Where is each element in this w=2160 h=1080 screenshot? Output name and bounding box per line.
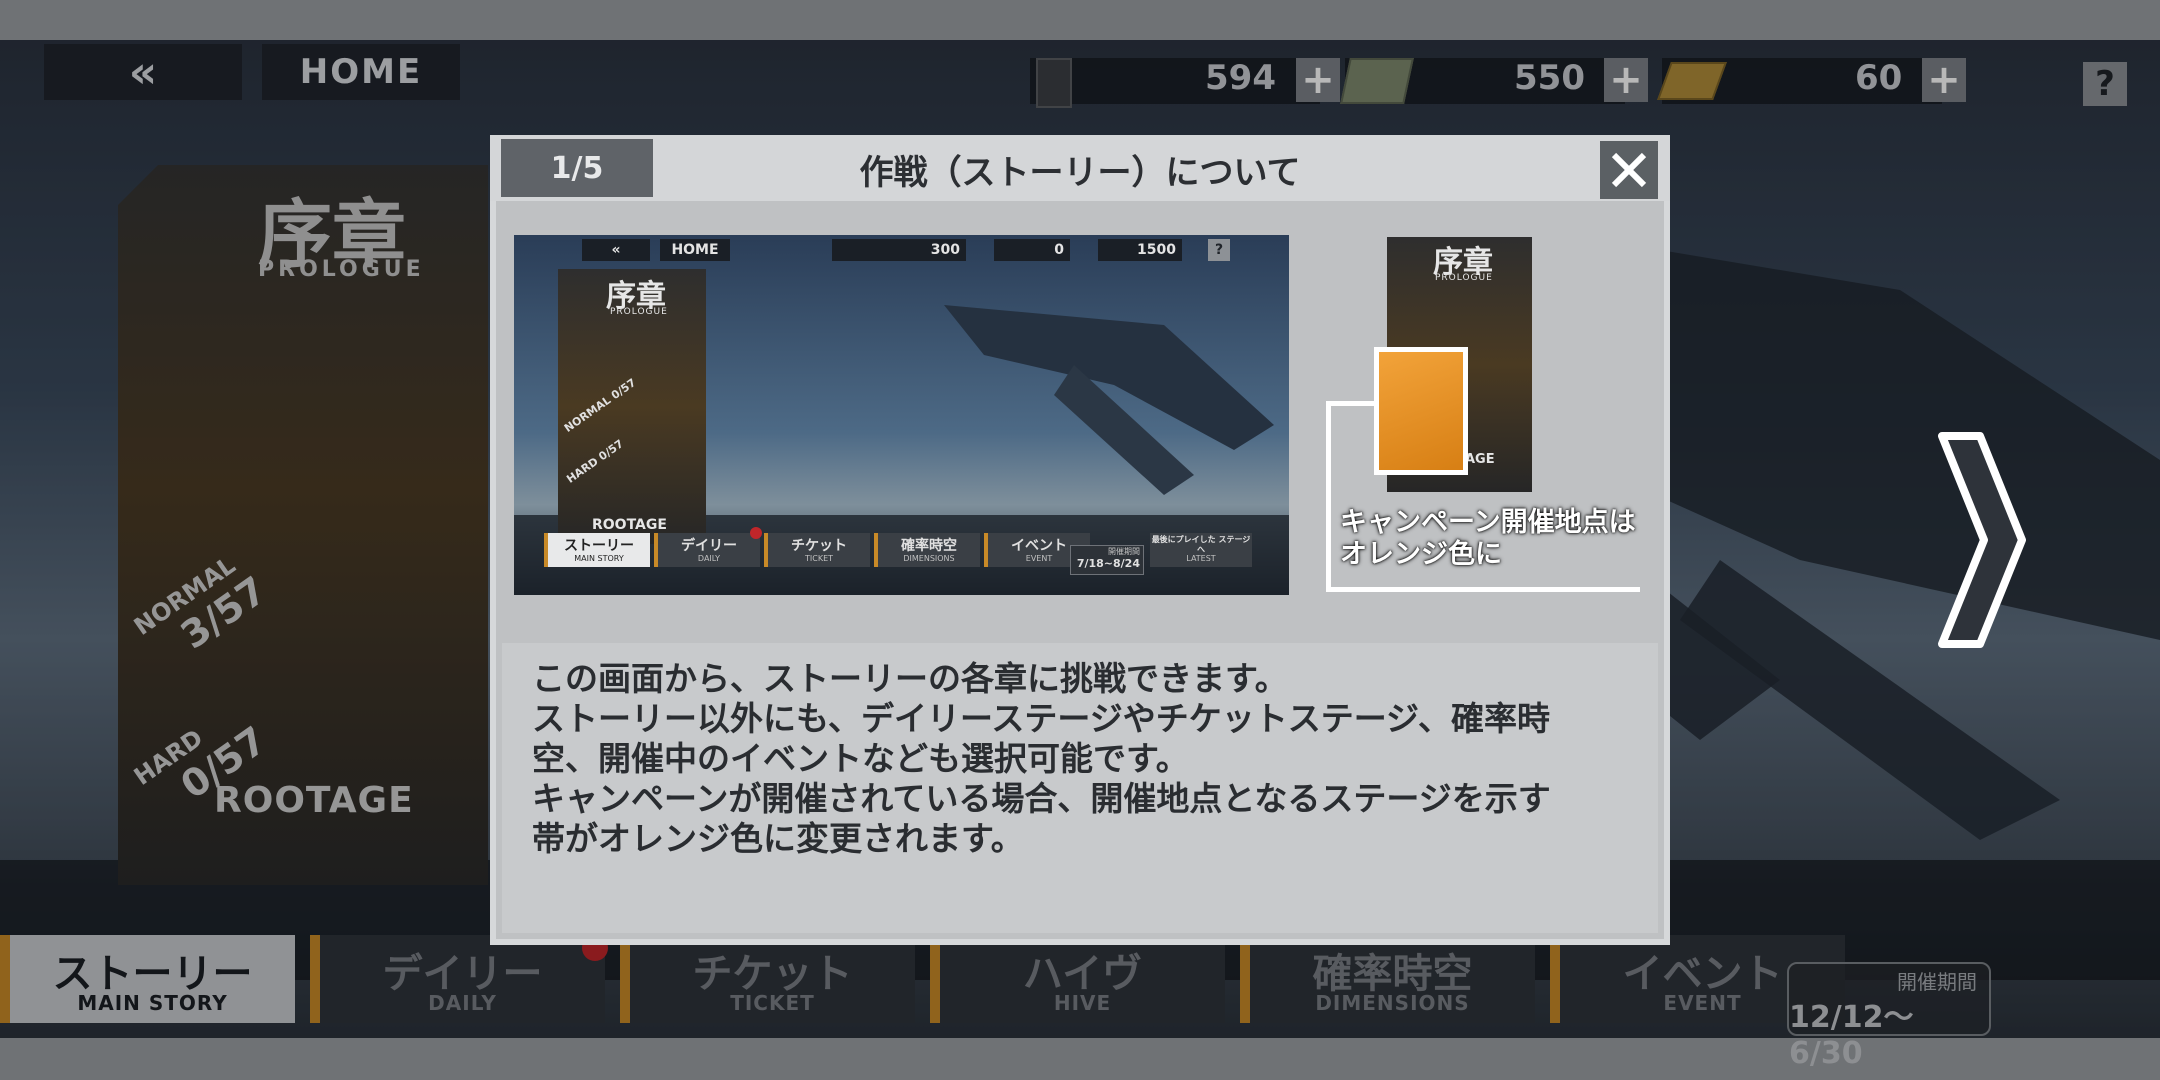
preview-tab-label: 確率時空 <box>901 538 957 554</box>
callout-line-1: キャンペーン開催地点は <box>1340 507 1636 538</box>
preview-tab-sublabel: LATEST <box>1186 554 1216 563</box>
preview-notification-badge <box>750 527 762 539</box>
tutorial-dialog: 1/5 作戦（ストーリー）について « HOME 300 0 1500 ? 序章… <box>490 135 1670 945</box>
preview-tab-main-story: ストーリー MAIN STORY <box>544 533 650 567</box>
next-page-arrow[interactable] <box>1930 430 2030 650</box>
preview-event-period: 開催期間 7/18~8/24 <box>1070 545 1144 575</box>
preview-card-normal: NORMAL 0/57 <box>561 375 639 436</box>
preview-period-value: 7/18~8/24 <box>1076 557 1140 570</box>
preview-screenshot: « HOME 300 0 1500 ? 序章 PROLOGUE NORMAL 0… <box>514 235 1289 595</box>
preview-tab-ticket: チケット TICKET <box>764 533 870 567</box>
callout-line <box>1326 401 1331 591</box>
description-line: キャンペーンが開催されている場合、開催地点となるステージを示す <box>532 779 1551 818</box>
description-box: この画面から、ストーリーの各章に挑戦できます。 ストーリー以外にも、デイリーステ… <box>502 643 1658 933</box>
side-card-subtitle: PROLOGUE <box>1435 273 1493 283</box>
preview-chapter-card: 序章 PROLOGUE NORMAL 0/57 HARD 0/57 ROOTAG… <box>558 269 706 544</box>
preview-card-subtitle: PROLOGUE <box>610 307 668 317</box>
close-icon <box>1611 152 1647 188</box>
description-line: 帯がオレンジ色に変更されます。 <box>532 819 1024 858</box>
orange-highlight-box <box>1374 347 1468 475</box>
callout-line <box>1326 401 1378 406</box>
callout-line-2: オレンジ色に <box>1340 539 1502 570</box>
preview-tab-sublabel: TICKET <box>804 554 834 563</box>
description-line: ストーリー以外にも、デイリーステージやチケットステージ、確率時 <box>532 699 1551 738</box>
preview-card-footer: ROOTAGE <box>592 517 667 533</box>
preview-tab-sublabel: DIMENSIONS <box>903 554 955 563</box>
preview-tab-label: チケット <box>791 538 847 554</box>
preview-tab-label: デイリー <box>681 538 737 554</box>
preview-tab-sublabel: DAILY <box>697 554 721 563</box>
callout-text: キャンペーン開催地点は オレンジ色に <box>1340 507 1636 571</box>
description-line: この画面から、ストーリーの各章に挑戦できます。 <box>532 659 1288 698</box>
dialog-title: 作戦（ストーリー）について <box>859 153 1301 193</box>
description-text: この画面から、ストーリーの各章に挑戦できます。 ストーリー以外にも、デイリーステ… <box>532 659 1632 859</box>
preview-tab-label: ストーリー <box>564 538 634 554</box>
preview-tab-daily: デイリー DAILY <box>654 533 760 567</box>
preview-tab-sublabel: MAIN STORY <box>574 554 624 563</box>
preview-period-label: 開催期間 <box>1108 547 1140 556</box>
callout-line <box>1326 587 1640 592</box>
preview-tab-dimensions: 確率時空 DIMENSIONS <box>874 533 980 567</box>
preview-card-hard: HARD 0/57 <box>564 437 626 486</box>
preview-tab-latest: 最後にプレイした ステージへ LATEST <box>1150 533 1252 567</box>
description-line: 空、開催中のイベントなども選択可能です。 <box>532 739 1189 778</box>
preview-tab-label: 最後にプレイした ステージへ <box>1151 535 1251 554</box>
close-button[interactable] <box>1600 141 1658 199</box>
